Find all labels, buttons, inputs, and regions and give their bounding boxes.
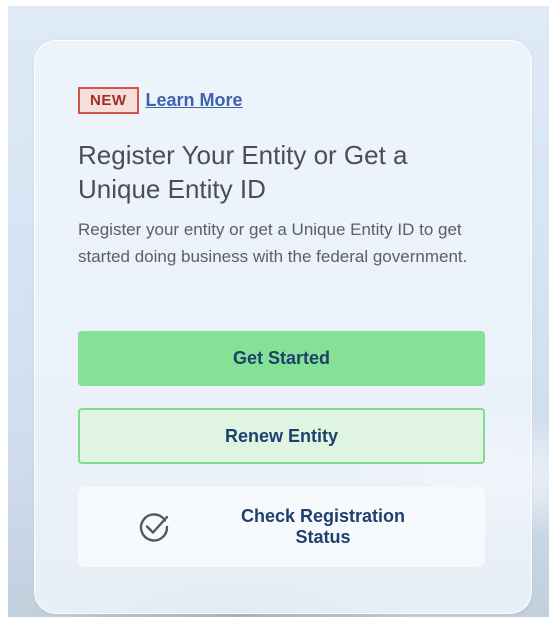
badge-row: NEW Learn More: [78, 86, 243, 114]
check-registration-status-label: Check Registration Status: [240, 506, 406, 547]
new-badge: NEW: [78, 86, 139, 114]
learn-more-link[interactable]: Learn More: [146, 90, 243, 111]
check-registration-status-button[interactable]: Check Registration Status: [78, 487, 485, 567]
card-description: Register your entity or get a Unique Ent…: [78, 220, 468, 266]
check-circle-icon: [139, 513, 169, 542]
card-title: Register Your Entity or Get a Unique Ent…: [78, 140, 408, 204]
get-started-button[interactable]: Get Started: [78, 331, 485, 386]
renew-entity-button[interactable]: Renew Entity: [78, 408, 485, 464]
